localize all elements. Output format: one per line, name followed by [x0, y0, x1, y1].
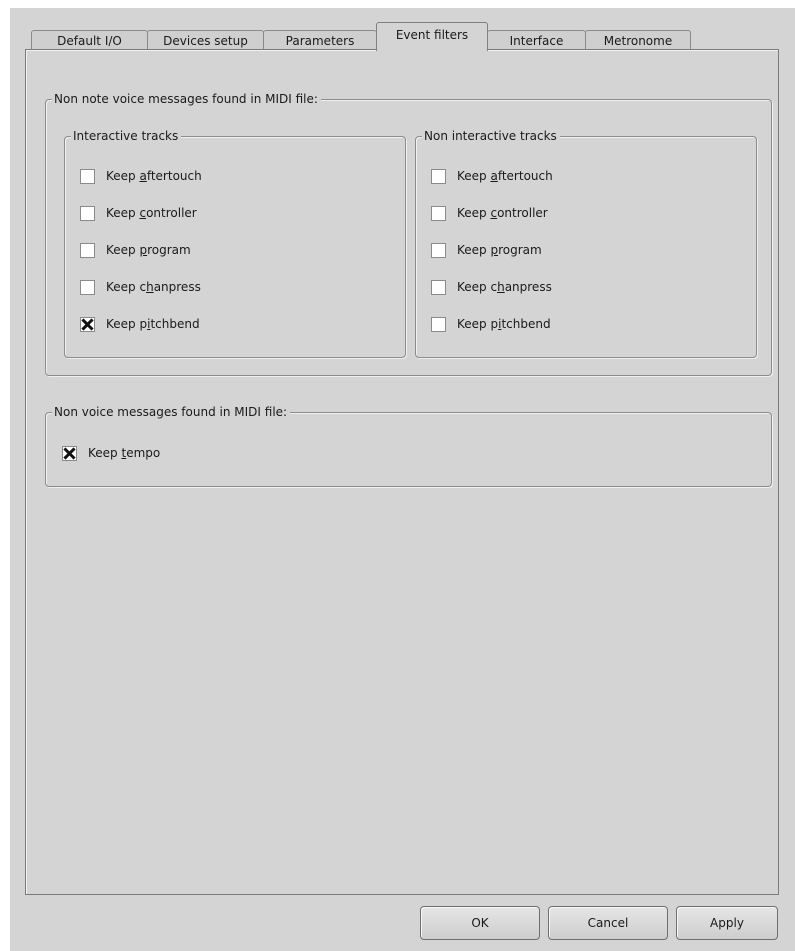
interactive-checkbox-row[interactable]: Keep pitchbend	[80, 314, 200, 334]
non-interactive-checkbox-label: Keep chanpress	[457, 280, 552, 294]
non-voice-group-title: Non voice messages found in MIDI file:	[52, 404, 291, 420]
interactive-checkbox-label: Keep program	[106, 243, 191, 257]
label-text: rogram	[498, 243, 542, 257]
label-text: Keep p	[457, 317, 499, 331]
non-interactive-checkbox-row[interactable]: Keep aftertouch	[431, 166, 553, 186]
interactive-checkbox-row[interactable]: Keep program	[80, 240, 191, 260]
mnemonic-letter: a	[139, 169, 147, 183]
interactive-checkbox-label: Keep chanpress	[106, 280, 201, 294]
checkbox[interactable]	[431, 168, 446, 184]
ok-button[interactable]: OK	[420, 906, 540, 940]
non-note-voice-messages-group: Non note voice messages found in MIDI fi…	[45, 91, 772, 376]
apply-button[interactable]: Apply	[676, 906, 778, 940]
label-text: ftertouch	[146, 169, 202, 183]
tab-default-io[interactable]: Default I/O	[31, 30, 148, 50]
label-text: Keep	[457, 169, 491, 183]
checkbox[interactable]	[431, 205, 446, 221]
non-interactive-checkbox-label: Keep controller	[457, 206, 548, 220]
checkbox[interactable]	[80, 316, 95, 332]
label-text: tchbend	[501, 317, 551, 331]
checkbox[interactable]	[431, 279, 446, 295]
checkbox[interactable]	[80, 279, 95, 295]
mnemonic-letter: p	[490, 243, 499, 257]
tab-devices-setup[interactable]: Devices setup	[147, 30, 264, 50]
tab-parameters[interactable]: Parameters	[263, 30, 377, 50]
interactive-checkbox-label: Keep aftertouch	[106, 169, 202, 183]
checkbox[interactable]	[80, 168, 95, 184]
tab-metronome[interactable]: Metronome	[585, 30, 691, 50]
cancel-button[interactable]: Cancel	[548, 906, 668, 940]
checkbox[interactable]	[431, 242, 446, 258]
non-interactive-tracks-title: Non interactive tracks	[422, 128, 560, 144]
tab-interface[interactable]: Interface	[487, 30, 586, 50]
interactive-tracks-group: Interactive tracks Keep aftertouch Keep c…	[64, 128, 406, 358]
non-voice-checkbox-label: Keep tempo	[88, 446, 160, 460]
label-text: ontroller	[146, 206, 197, 220]
checkbox[interactable]	[80, 205, 95, 221]
interactive-checkbox-row[interactable]: Keep aftertouch	[80, 166, 202, 186]
label-text: Keep	[106, 206, 140, 220]
label-text: Keep	[106, 169, 140, 183]
event-filters-panel: Non note voice messages found in MIDI fi…	[25, 49, 779, 895]
label-text: empo	[126, 446, 161, 460]
label-text: Keep p	[106, 317, 148, 331]
interactive-checkbox-row[interactable]: Keep controller	[80, 203, 197, 223]
x-mark-icon	[81, 317, 94, 331]
non-interactive-checkbox-label: Keep aftertouch	[457, 169, 553, 183]
tab-event-filters[interactable]: Event filters	[376, 22, 488, 51]
label-text: ontroller	[497, 206, 548, 220]
label-text: Keep	[457, 243, 491, 257]
checkbox[interactable]	[62, 445, 77, 461]
interactive-tracks-title: Interactive tracks	[71, 128, 182, 144]
interactive-checkbox-label: Keep pitchbend	[106, 317, 200, 331]
checkbox[interactable]	[80, 242, 95, 258]
checkbox[interactable]	[431, 316, 446, 332]
x-mark-icon	[63, 446, 76, 460]
label-text: anpress	[153, 280, 201, 294]
non-voice-checkbox-row[interactable]: Keep tempo	[62, 443, 160, 463]
label-text: anpress	[504, 280, 552, 294]
non-interactive-checkbox-row[interactable]: Keep pitchbend	[431, 314, 551, 334]
interactive-checkbox-label: Keep controller	[106, 206, 197, 220]
mnemonic-letter: h	[497, 280, 505, 294]
non-note-group-title: Non note voice messages found in MIDI fi…	[52, 91, 321, 107]
label-text: Keep	[88, 446, 122, 460]
mnemonic-letter: a	[490, 169, 498, 183]
label-text: Keep	[457, 206, 491, 220]
non-interactive-checkbox-label: Keep program	[457, 243, 542, 257]
label-text: tchbend	[150, 317, 200, 331]
mnemonic-letter: p	[139, 243, 148, 257]
non-interactive-tracks-group: Non interactive tracks Keep aftertouch Ke…	[415, 128, 757, 358]
non-interactive-checkbox-row[interactable]: Keep chanpress	[431, 277, 552, 297]
label-text: Keep c	[457, 280, 498, 294]
label-text: Keep	[106, 243, 140, 257]
label-text: Keep c	[106, 280, 147, 294]
mnemonic-letter: h	[146, 280, 154, 294]
interactive-checkbox-row[interactable]: Keep chanpress	[80, 277, 201, 297]
label-text: rogram	[147, 243, 191, 257]
label-text: ftertouch	[497, 169, 553, 183]
non-voice-messages-group: Non voice messages found in MIDI file: K…	[45, 404, 772, 487]
tab-bar: Default I/O Devices setup Parameters Eve…	[19, 22, 779, 51]
non-interactive-checkbox-row[interactable]: Keep program	[431, 240, 542, 260]
non-interactive-checkbox-label: Keep pitchbend	[457, 317, 551, 331]
non-interactive-checkbox-row[interactable]: Keep controller	[431, 203, 548, 223]
